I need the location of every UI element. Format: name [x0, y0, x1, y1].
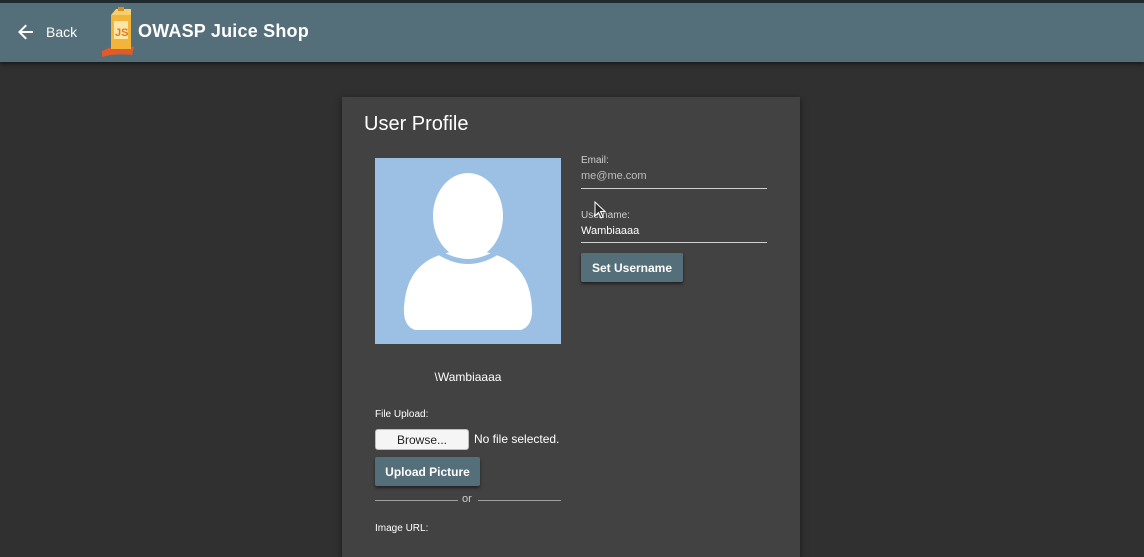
- set-username-label: Set Username: [591, 260, 673, 275]
- upload-picture-button[interactable]: Upload Picture: [375, 457, 480, 486]
- browse-button[interactable]: Browse...: [375, 429, 469, 450]
- or-separator: or: [462, 493, 472, 505]
- divider-left: [375, 500, 458, 501]
- mouse-pointer-icon: [594, 201, 606, 219]
- username-field[interactable]: [581, 225, 767, 237]
- app-title: OWASP Juice Shop: [138, 21, 309, 41]
- upload-picture-label: Upload Picture: [385, 464, 470, 479]
- image-url-label: Image URL:: [375, 523, 429, 534]
- profile-avatar: [375, 158, 561, 344]
- page-title: User Profile: [364, 113, 469, 135]
- back-button[interactable]: Back: [18, 17, 77, 47]
- top-toolbar: Back JS OWASP Juice Shop: [0, 0, 1144, 62]
- email-underline: [581, 188, 767, 189]
- set-username-button[interactable]: Set Username: [581, 253, 683, 282]
- avatar-username: \Wambiaaaa: [434, 370, 502, 384]
- user-profile-card: User Profile \Wambiaaaa Email: Username:…: [342, 97, 800, 557]
- email-field[interactable]: [581, 170, 767, 182]
- divider-right: [478, 500, 561, 501]
- back-label: Back: [46, 24, 78, 40]
- arrow-left-icon: [18, 24, 33, 40]
- juice-shop-logo-icon: JS: [102, 7, 134, 57]
- username-underline: [581, 242, 767, 243]
- svg-text:JS: JS: [115, 27, 128, 39]
- user-silhouette-icon: [403, 173, 533, 330]
- email-label: Email:: [581, 155, 609, 166]
- file-upload-label: File Upload:: [375, 409, 429, 420]
- browse-label: Browse...: [396, 432, 447, 447]
- file-status: No file selected.: [474, 432, 560, 446]
